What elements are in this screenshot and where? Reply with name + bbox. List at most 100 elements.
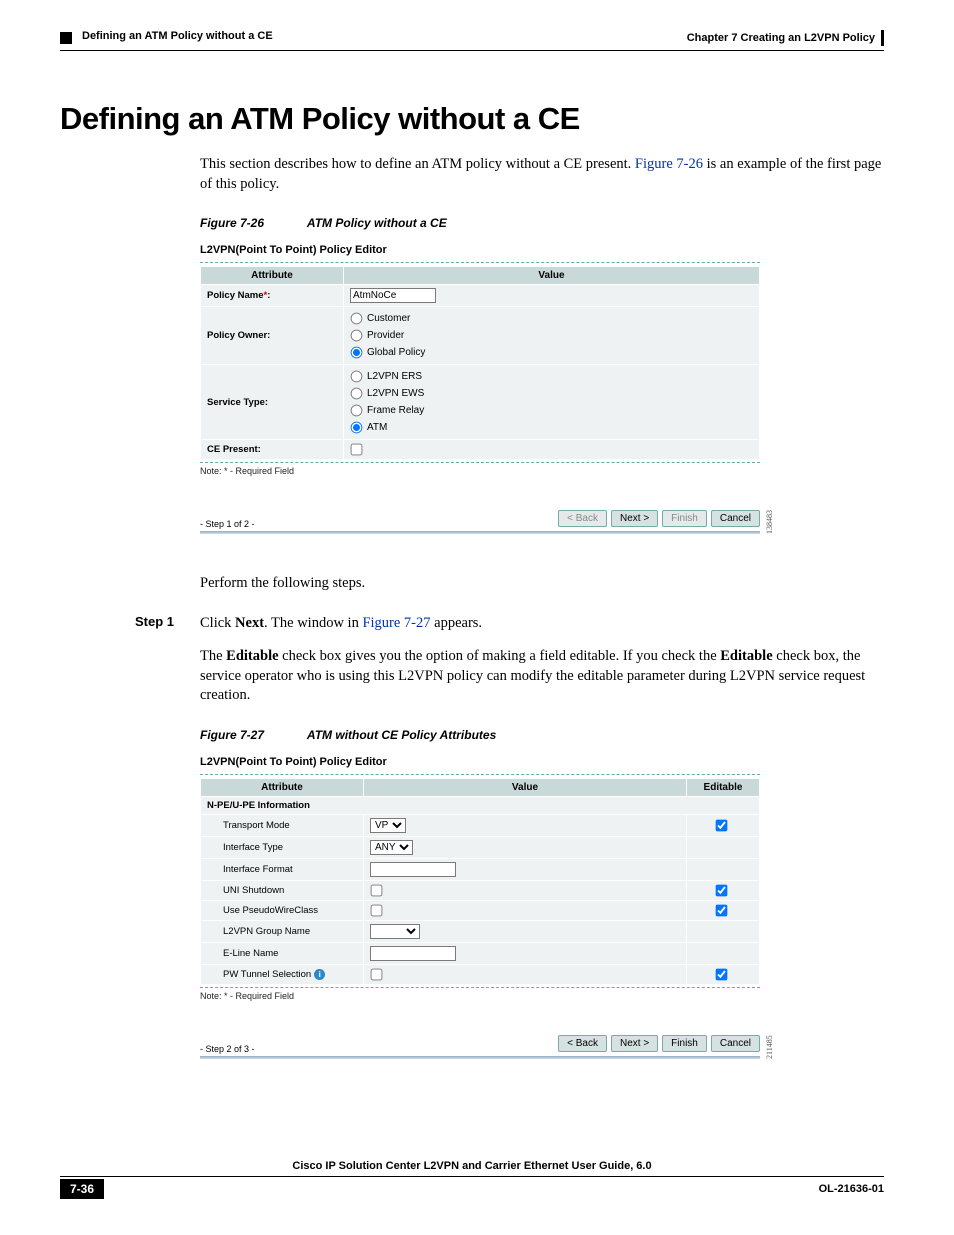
row-interface-type: Interface Type ANY <box>201 836 760 858</box>
figure-7-26: L2VPN(Point To Point) Policy Editor Attr… <box>200 240 760 534</box>
editor-title-1: L2VPN(Point To Point) Policy Editor <box>200 240 760 260</box>
row-pw-tunnel: PW Tunnel Selectioni <box>201 964 760 984</box>
figure-7-26-caption: Figure 7-26 ATM Policy without a CE <box>200 216 884 230</box>
svc-l2vpn-ers-option[interactable]: L2VPN ERS <box>350 368 753 385</box>
uni-shutdown-checkbox[interactable] <box>371 885 383 897</box>
pw-tunnel-editable-checkbox[interactable] <box>715 969 727 981</box>
eline-name-input[interactable] <box>370 946 456 961</box>
transport-mode-select[interactable]: VP <box>370 818 406 833</box>
interface-format-label: Interface Format <box>201 858 364 880</box>
figure-7-26-title: ATM Policy without a CE <box>307 216 447 230</box>
editor-rule <box>200 531 760 534</box>
row-interface-format: Interface Format <box>201 858 760 880</box>
required-note-1: Note: * - Required Field <box>200 466 760 476</box>
page-title: Defining an ATM Policy without a CE <box>60 101 884 137</box>
svc-atm-radio[interactable] <box>351 422 363 434</box>
back-button-2[interactable]: < Back <box>558 1035 607 1052</box>
required-note-2: Note: * - Required Field <box>200 991 760 1001</box>
svc-frame-relay-radio[interactable] <box>351 405 363 417</box>
policy-table-2: Attribute Value Editable N-PE/U-PE Infor… <box>200 778 760 985</box>
divider <box>200 462 760 464</box>
ce-present-label: CE Present: <box>201 440 344 460</box>
svc-l2vpn-ers-radio[interactable] <box>351 371 363 383</box>
col-attribute-2: Attribute <box>201 778 364 796</box>
step-1-label: Step 1 <box>135 614 200 634</box>
intro-paragraph: This section describes how to define an … <box>200 155 884 194</box>
l2vpn-group-label: L2VPN Group Name <box>201 920 364 942</box>
next-button[interactable]: Next > <box>611 510 658 527</box>
row-transport-mode: Transport Mode VP <box>201 814 760 836</box>
figure-7-27-caption: Figure 7-27 ATM without CE Policy Attrib… <box>200 728 884 742</box>
row-uni-shutdown: UNI Shutdown <box>201 880 760 900</box>
policy-editor-1: L2VPN(Point To Point) Policy Editor Attr… <box>200 240 760 534</box>
editable-paragraph: The Editable check box gives you the opt… <box>200 647 884 706</box>
l2vpn-group-select[interactable] <box>370 924 420 939</box>
transport-mode-editable-checkbox[interactable] <box>715 820 727 832</box>
cancel-button-2[interactable]: Cancel <box>711 1035 760 1052</box>
row-ce-present: CE Present: <box>201 440 760 460</box>
interface-type-select[interactable]: ANY <box>370 840 413 855</box>
finish-button: Finish <box>662 510 707 527</box>
divider <box>200 987 760 989</box>
figure-7-26-id: 138483 <box>765 504 774 534</box>
cancel-button[interactable]: Cancel <box>711 510 760 527</box>
owner-customer-option[interactable]: Customer <box>350 310 753 327</box>
svc-atm-option[interactable]: ATM <box>350 419 753 436</box>
transport-mode-label: Transport Mode <box>201 814 364 836</box>
row-use-pwclass: Use PseudoWireClass <box>201 900 760 920</box>
footer-book-title: Cisco IP Solution Center L2VPN and Carri… <box>60 1160 884 1172</box>
ce-present-checkbox[interactable] <box>351 444 363 456</box>
interface-type-label: Interface Type <box>201 836 364 858</box>
intro-text-before: This section describes how to define an … <box>200 156 635 172</box>
page-footer: Cisco IP Solution Center L2VPN and Carri… <box>60 1160 884 1199</box>
use-pwclass-checkbox[interactable] <box>371 905 383 917</box>
next-button-2[interactable]: Next > <box>611 1035 658 1052</box>
eline-name-label: E-Line Name <box>201 942 364 964</box>
uni-shutdown-label: UNI Shutdown <box>201 880 364 900</box>
owner-provider-option[interactable]: Provider <box>350 327 753 344</box>
service-type-label: Service Type: <box>201 365 344 440</box>
back-button: < Back <box>558 510 607 527</box>
row-service-type: Service Type: L2VPN ERS L2VPN EWS Frame … <box>201 365 760 440</box>
svc-l2vpn-ews-radio[interactable] <box>351 388 363 400</box>
perform-text: Perform the following steps. <box>200 574 884 594</box>
row-policy-name: Policy Name*: <box>201 285 760 307</box>
footer-rule <box>60 1176 884 1177</box>
section-header-npe: N-PE/U-PE Information <box>201 796 760 814</box>
figure-link-7-26[interactable]: Figure 7-26 <box>635 156 703 172</box>
owner-provider-radio[interactable] <box>351 330 363 342</box>
owner-customer-radio[interactable] <box>351 313 363 325</box>
policy-editor-2: L2VPN(Point To Point) Policy Editor Attr… <box>200 752 760 1059</box>
policy-name-label: Policy Name <box>207 290 264 301</box>
col-value-2: Value <box>364 778 687 796</box>
doc-number: OL-21636-01 <box>819 1183 884 1195</box>
info-icon[interactable]: i <box>314 969 325 980</box>
owner-global-option[interactable]: Global Policy <box>350 344 753 361</box>
col-attribute: Attribute <box>201 267 344 285</box>
uni-shutdown-editable-checkbox[interactable] <box>715 885 727 897</box>
wizard-bottom-1: - Step 1 of 2 - < Back Next > Finish Can… <box>200 510 760 529</box>
interface-format-input[interactable] <box>370 862 456 877</box>
policy-name-input[interactable] <box>350 288 436 303</box>
use-pwclass-editable-checkbox[interactable] <box>715 905 727 917</box>
svc-frame-relay-option[interactable]: Frame Relay <box>350 402 753 419</box>
figure-7-27-title: ATM without CE Policy Attributes <box>307 728 496 742</box>
row-policy-owner: Policy Owner: Customer Provider Global P… <box>201 307 760 365</box>
figure-7-27-id: 211485 <box>765 1029 774 1059</box>
editor-title-2: L2VPN(Point To Point) Policy Editor <box>200 752 760 772</box>
svc-l2vpn-ews-option[interactable]: L2VPN EWS <box>350 385 753 402</box>
col-editable: Editable <box>687 778 760 796</box>
step-1-content: Click Next. The window in Figure 7-27 ap… <box>200 614 884 634</box>
page: Defining an ATM Policy without a CE Chap… <box>0 0 954 1235</box>
page-number: 7-36 <box>60 1179 104 1199</box>
owner-global-radio[interactable] <box>351 347 363 359</box>
finish-button-2[interactable]: Finish <box>662 1035 707 1052</box>
row-eline-name: E-Line Name <box>201 942 760 964</box>
figure-7-27: L2VPN(Point To Point) Policy Editor Attr… <box>200 752 760 1059</box>
running-header: Defining an ATM Policy without a CE Chap… <box>60 30 884 46</box>
wizard-bottom-2: - Step 2 of 3 - < Back Next > Finish Can… <box>200 1035 760 1054</box>
header-chapter: Chapter 7 Creating an L2VPN Policy <box>687 30 884 46</box>
divider <box>200 774 760 776</box>
figure-link-7-27[interactable]: Figure 7-27 <box>362 615 430 631</box>
pw-tunnel-checkbox[interactable] <box>371 969 383 981</box>
